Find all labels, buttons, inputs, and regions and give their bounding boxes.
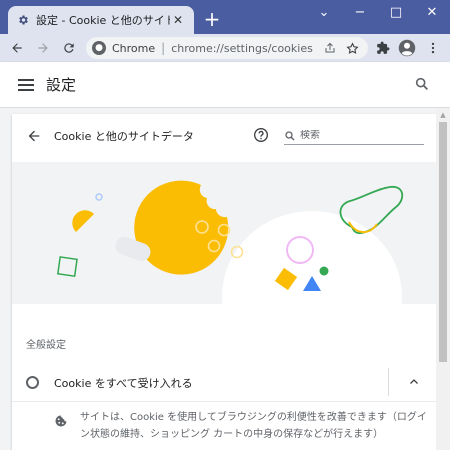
vertical-scrollbar[interactable]: ▲	[436, 108, 450, 450]
share-button[interactable]	[320, 39, 340, 57]
cookies-illustration	[12, 162, 436, 304]
cookie-search-field[interactable]	[284, 127, 424, 145]
reload-button[interactable]	[58, 37, 80, 59]
omnibox-chrome-label: Chrome	[112, 41, 156, 55]
chrome-site-icon: ●	[92, 41, 106, 55]
reload-icon	[64, 43, 74, 53]
share-icon	[325, 42, 335, 53]
cookies-card: Cookie と他のサイトデータ 検索 全般設定 Cookie をすべて受け入れ…	[12, 114, 436, 450]
green-dot-shape	[319, 266, 329, 276]
gear-icon	[16, 13, 30, 27]
browser-toolbar: ● Chrome | chrome://settings/cookies	[0, 34, 450, 62]
address-bar[interactable]: ● Chrome | chrome://settings/cookies	[86, 37, 368, 59]
forward-button[interactable]	[32, 37, 54, 59]
option-label: Cookie をすべて受け入れる	[54, 377, 193, 390]
allow-all-cookies-option[interactable]: Cookie をすべて受け入れる	[12, 362, 436, 402]
expand-button[interactable]	[404, 372, 424, 392]
scroll-up-icon[interactable]: ▲	[439, 111, 447, 119]
tab-title: 設定 - Cookie と他のサイトデータ	[36, 14, 170, 27]
profile-button[interactable]	[396, 37, 418, 59]
settings-search-button[interactable]	[414, 76, 432, 94]
back-arrow-icon[interactable]	[26, 128, 42, 144]
browser-tab[interactable]: 設定 - Cookie と他のサイトデータ ✕	[8, 6, 194, 34]
yellow-half-circle-shape	[72, 210, 94, 232]
more-vert-icon	[431, 42, 435, 54]
search-icon	[285, 130, 295, 140]
section-label: 全般設定	[26, 340, 66, 351]
option-description: サイトは、Cookie を使用してブラウジングの利便性を改善できます（ログイン状…	[80, 412, 427, 440]
maximize-button[interactable]: □	[378, 0, 414, 24]
title-bar: 設定 - Cookie と他のサイトデータ ✕ + ⌄ − □ ✕	[0, 0, 450, 34]
puzzle-icon	[377, 41, 390, 54]
bookmark-button[interactable]	[342, 39, 362, 57]
tab-search-icon[interactable]: ⌄	[306, 0, 342, 24]
settings-header: 設定	[0, 62, 450, 108]
cookie-shape	[134, 180, 229, 275]
cookie-icon	[54, 414, 68, 428]
star-icon	[345, 41, 359, 54]
settings-content: Cookie と他のサイトデータ 検索 全般設定 Cookie をすべて受け入れ…	[0, 108, 450, 450]
page-title: 設定	[46, 76, 77, 94]
omnibox-url: chrome://settings/cookies	[171, 41, 313, 55]
cookie-search-input[interactable]	[300, 130, 410, 141]
new-tab-button[interactable]: +	[201, 8, 223, 30]
tab-close-icon[interactable]: ✕	[170, 12, 186, 28]
green-square-shape	[56, 256, 78, 278]
blue-dot-shape	[95, 193, 103, 201]
minimize-button[interactable]: −	[342, 0, 378, 24]
extensions-button[interactable]	[372, 37, 394, 59]
help-icon[interactable]	[253, 127, 269, 143]
scroll-thumb[interactable]	[439, 122, 447, 362]
search-icon	[415, 77, 428, 90]
close-window-button[interactable]: ✕	[414, 0, 450, 24]
chevron-up-icon	[410, 379, 418, 384]
hamburger-menu-icon[interactable]	[18, 76, 34, 94]
back-button[interactable]	[6, 37, 28, 59]
subpage-title: Cookie と他のサイトデータ	[54, 130, 194, 143]
green-squiggle-shape	[339, 186, 404, 234]
browser-menu-button[interactable]	[422, 37, 444, 59]
arrow-left-icon	[12, 43, 22, 53]
row-divider	[388, 368, 389, 396]
radio-button[interactable]	[26, 376, 39, 389]
arrow-right-icon	[38, 43, 48, 53]
avatar-icon	[398, 39, 416, 57]
omnibox-separator: |	[161, 41, 166, 55]
